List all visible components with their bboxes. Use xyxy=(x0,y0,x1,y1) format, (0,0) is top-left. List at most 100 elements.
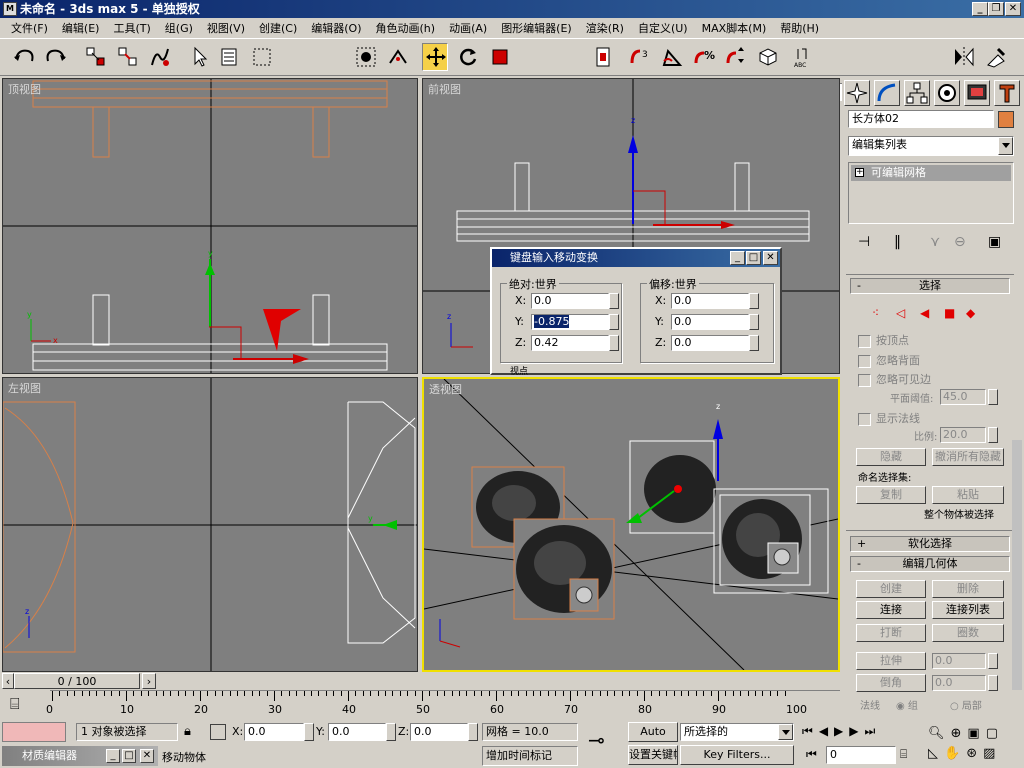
abs-z-input[interactable]: 0.42 xyxy=(531,335,609,351)
zoom-all-icon[interactable]: ⊕ xyxy=(951,726,968,741)
break-button[interactable]: 圈数 xyxy=(932,624,1004,642)
extrude-input[interactable]: 0.0 xyxy=(932,653,986,669)
stack-item-editable-mesh[interactable]: + 可编辑网格 xyxy=(851,165,1011,181)
motion-tab-icon[interactable] xyxy=(934,80,960,106)
abs-x-spinner[interactable] xyxy=(609,293,619,309)
maximize-viewport-icon[interactable]: ▨ xyxy=(983,746,1001,761)
menu-edit[interactable]: 编辑(E) xyxy=(55,20,107,36)
current-frame-field[interactable]: 0 xyxy=(826,746,896,764)
chamfer-spinner[interactable] xyxy=(988,675,998,691)
local-radio[interactable]: ○ 局部 xyxy=(950,697,982,712)
menu-graph-editors[interactable]: 图形编辑器(E) xyxy=(494,20,579,36)
bind-space-warp-icon[interactable] xyxy=(146,43,172,71)
time-next-icon[interactable]: › xyxy=(142,673,156,689)
percent-snap-icon[interactable]: % xyxy=(690,43,716,71)
pan-icon[interactable]: ✋ xyxy=(944,746,966,761)
off-z-input[interactable]: 0.0 xyxy=(671,335,749,351)
menu-group[interactable]: 组(G) xyxy=(158,20,200,36)
status-y-field[interactable]: 0.0 xyxy=(328,723,386,741)
viewport-front-label[interactable]: 前视图 xyxy=(428,81,461,97)
select-rotate-icon[interactable] xyxy=(454,43,480,71)
key-mode-icon[interactable]: ⏮ xyxy=(806,747,817,762)
menu-character[interactable]: 角色动画(h) xyxy=(369,20,443,36)
off-y-input[interactable]: 0.0 xyxy=(671,314,749,330)
viewport-left-label[interactable]: 左视图 xyxy=(8,380,41,396)
absolute-mode-icon[interactable] xyxy=(210,724,226,740)
crossing-icon[interactable] xyxy=(384,43,410,71)
attach-button[interactable]: 连接 xyxy=(856,601,926,619)
utilities-tab-icon[interactable] xyxy=(994,80,1020,106)
rollout-soft-selection-header[interactable]: + 软化选择 xyxy=(850,536,1010,552)
ignore-visible-edges-checkbox[interactable]: 忽略可见边 xyxy=(858,371,931,387)
zoom-extents-icon[interactable]: ▣ xyxy=(967,726,985,741)
off-y-spinner[interactable] xyxy=(749,314,759,330)
rollout-edit-geometry-header[interactable]: - 编辑几何体 xyxy=(850,556,1010,572)
select-by-name-icon[interactable] xyxy=(216,43,242,71)
status-x-spinner[interactable] xyxy=(304,723,314,741)
chamfer-input[interactable]: 0.0 xyxy=(932,675,986,691)
zoom-extents-all-icon[interactable]: ▢ xyxy=(986,726,1004,741)
menu-rendering[interactable]: 渲染(R) xyxy=(579,20,631,36)
menu-file[interactable]: 文件(F) xyxy=(4,20,55,36)
material-editor-taskbar[interactable]: 材质编辑器 _ □ ✕ xyxy=(2,746,158,766)
detach-button[interactable]: 打断 xyxy=(856,624,926,642)
angle-snap-icon[interactable] xyxy=(658,43,684,71)
viewport-top-label[interactable]: 顶视图 xyxy=(8,81,41,97)
by-vertex-checkbox[interactable]: 按顶点 xyxy=(858,332,909,348)
menu-animation[interactable]: 动画(A) xyxy=(442,20,494,36)
menu-help[interactable]: 帮助(H) xyxy=(773,20,826,36)
track-bar-icon[interactable]: ⌸ xyxy=(10,694,20,714)
show-end-result-icon[interactable]: ‖ xyxy=(894,234,901,250)
off-x-spinner[interactable] xyxy=(749,293,759,309)
select-move-icon[interactable] xyxy=(422,43,448,71)
select-object-icon[interactable] xyxy=(186,43,212,71)
edge-icon[interactable]: ◁ xyxy=(896,306,905,320)
spinner-snap-icon[interactable] xyxy=(722,43,748,71)
lock-selection-icon[interactable]: 🔒︎ xyxy=(184,724,191,739)
face-icon[interactable]: ◀ xyxy=(920,306,929,320)
unhide-all-button[interactable]: 撤消所有隐藏 xyxy=(932,448,1004,466)
status-z-spinner[interactable] xyxy=(468,723,478,741)
polygon-icon[interactable]: ■ xyxy=(944,306,955,320)
normal-scale-spinner[interactable] xyxy=(988,427,998,443)
select-filter-icon[interactable] xyxy=(352,43,378,71)
off-x-input[interactable]: 0.0 xyxy=(671,293,749,309)
zoom-icon[interactable]: 🔍︎ xyxy=(928,726,951,741)
prev-frame-icon[interactable]: ◀ xyxy=(819,724,834,738)
minimize-button[interactable]: _ xyxy=(972,2,988,16)
command-panel-scrollbar[interactable] xyxy=(1012,440,1022,690)
vertex-icon[interactable]: ⁖ xyxy=(872,306,879,320)
rect-selection-icon[interactable] xyxy=(248,43,274,71)
menu-views[interactable]: 视图(V) xyxy=(200,20,252,36)
go-to-end-icon[interactable]: ⏭ xyxy=(865,724,882,738)
pivot-center-icon[interactable] xyxy=(590,43,616,71)
unlink-icon[interactable] xyxy=(114,43,140,71)
auto-key-button[interactable]: Auto Key xyxy=(628,722,678,756)
menu-tools[interactable]: 工具(T) xyxy=(106,20,157,36)
extrude-spinner[interactable] xyxy=(988,653,998,669)
abs-y-spinner[interactable] xyxy=(609,314,619,330)
mat-max-button[interactable]: □ xyxy=(122,749,136,763)
arc-rotate-icon[interactable]: ⊛ xyxy=(966,746,983,761)
track-bar[interactable]: ⌸ 0 10 20 30 40 50 60 70 80 90 100 xyxy=(0,690,842,720)
extrude-button[interactable]: 拉伸 xyxy=(856,652,926,670)
paste-button[interactable]: 粘贴 xyxy=(932,486,1004,504)
element-icon[interactable]: ◆ xyxy=(966,306,975,320)
off-z-spinner[interactable] xyxy=(749,335,759,351)
app-icon[interactable]: M xyxy=(3,2,17,16)
time-prev-icon[interactable]: ‹ xyxy=(2,673,14,689)
hierarchy-tab-icon[interactable] xyxy=(904,80,930,106)
mat-close-button[interactable]: ✕ xyxy=(140,749,154,763)
modifier-list-dropdown[interactable]: 编辑集列表 xyxy=(848,136,1014,156)
snap-3d-icon[interactable]: 3 xyxy=(626,43,652,71)
fov-icon[interactable]: ◺ xyxy=(928,746,944,761)
select-scale-icon[interactable] xyxy=(486,43,512,71)
object-name-field[interactable]: 长方体02 xyxy=(848,110,994,128)
menu-create[interactable]: 创建(C) xyxy=(252,20,304,36)
display-tab-icon[interactable] xyxy=(964,80,990,106)
configure-sets-icon[interactable]: ▣ xyxy=(988,234,1001,250)
named-sel-icon[interactable] xyxy=(754,43,780,71)
make-unique-icon[interactable]: ⋎ xyxy=(930,234,940,250)
mirror-icon[interactable] xyxy=(950,43,976,71)
menu-maxscript[interactable]: MAX脚本(M) xyxy=(695,20,774,36)
